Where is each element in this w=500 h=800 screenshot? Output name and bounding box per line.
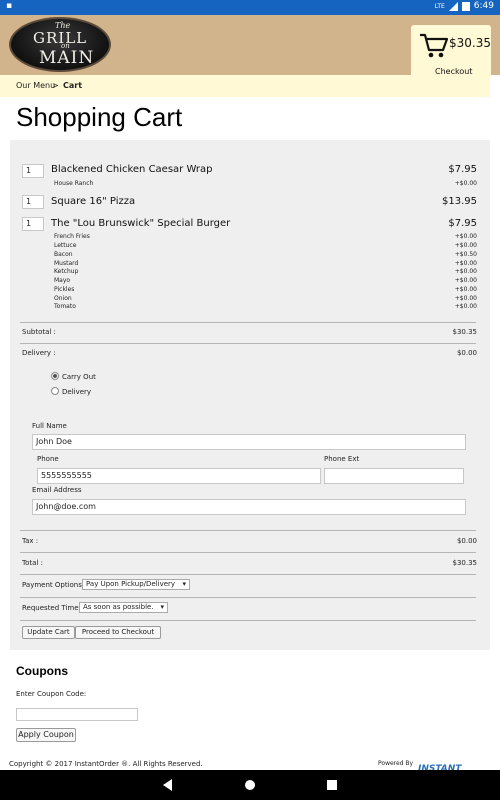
battery-icon bbox=[461, 1, 470, 11]
payment-options-label: Payment Options : bbox=[22, 581, 87, 589]
delivery-option-label[interactable]: Delivery bbox=[62, 388, 91, 396]
breadcrumb-separator: > bbox=[52, 81, 59, 90]
restaurant-logo[interactable]: The GRILL on MAIN bbox=[9, 17, 111, 72]
powered-by-text: Powered By bbox=[378, 760, 414, 767]
item-3-modifier-price: +$0.00 bbox=[454, 260, 477, 267]
item-3-modifier: French Fries bbox=[54, 233, 90, 240]
home-icon[interactable] bbox=[245, 780, 255, 790]
coupon-code-label: Enter Coupon Code: bbox=[16, 690, 87, 698]
breadcrumb: Our Menu > Cart bbox=[0, 75, 490, 97]
requested-time-label: Requested Time : bbox=[22, 604, 84, 612]
item-1-name: Blackened Chicken Caesar Wrap bbox=[51, 164, 213, 175]
back-icon[interactable] bbox=[163, 779, 172, 791]
copyright-text: Copyright © 2017 InstantOrder ®. All Rig… bbox=[9, 760, 203, 768]
item-3-price: $7.95 bbox=[448, 218, 477, 229]
item-2-quantity-input[interactable]: 1 bbox=[22, 195, 44, 209]
divider bbox=[20, 322, 476, 323]
phone-ext-input[interactable] bbox=[324, 468, 464, 484]
apply-coupon-button[interactable]: Apply Coupon bbox=[16, 728, 76, 742]
proceed-to-checkout-button[interactable]: Proceed to Checkout bbox=[75, 626, 161, 639]
item-3-modifier-price: +$0.00 bbox=[454, 233, 477, 240]
status-time: 6:49 bbox=[473, 1, 494, 11]
item-1-modifier-price: +$0.00 bbox=[454, 180, 477, 187]
item-3-modifier-price: +$0.50 bbox=[454, 251, 477, 258]
item-3-modifier: Ketchup bbox=[54, 268, 79, 275]
divider bbox=[20, 620, 476, 621]
item-3-modifier-price: +$0.00 bbox=[454, 286, 477, 293]
delivery-label: Delivery : bbox=[22, 349, 56, 357]
payment-options-value: Pay Upon Pickup/Delivery bbox=[86, 580, 176, 588]
breadcrumb-current: Cart bbox=[63, 81, 83, 90]
cart-icon[interactable] bbox=[419, 33, 449, 59]
item-3-modifier: Mustard bbox=[54, 260, 79, 267]
requested-time-value: As soon as possible. bbox=[83, 603, 154, 611]
carry-out-label[interactable]: Carry Out bbox=[62, 373, 96, 381]
delivery-radio[interactable] bbox=[51, 387, 59, 395]
dropdown-arrow-icon: ▾ bbox=[160, 603, 164, 611]
coupons-heading: Coupons bbox=[16, 664, 68, 678]
email-label: Email Address bbox=[32, 486, 82, 494]
email-input[interactable]: John@doe.com bbox=[32, 499, 466, 515]
divider bbox=[20, 343, 476, 344]
phone-input[interactable]: 5555555555 bbox=[37, 468, 321, 484]
page-title: Shopping Cart bbox=[16, 102, 183, 132]
update-cart-button[interactable]: Update Cart bbox=[22, 626, 75, 639]
total-value: $30.35 bbox=[452, 559, 478, 567]
notification-icon: ▪ bbox=[6, 1, 13, 11]
site-header: The GRILL on MAIN $30.35 Checkout bbox=[0, 15, 500, 80]
divider bbox=[20, 574, 476, 575]
system-nav-bar bbox=[0, 770, 500, 800]
item-3-modifier: Onion bbox=[54, 295, 72, 302]
item-3-modifier: Bacon bbox=[54, 251, 73, 258]
item-3-quantity-input[interactable]: 1 bbox=[22, 217, 44, 231]
item-1-quantity-input[interactable]: 1 bbox=[22, 164, 44, 178]
full-name-label: Full Name bbox=[32, 422, 67, 430]
subtotal-label: Subtotal : bbox=[22, 328, 56, 336]
item-2-name: Square 16" Pizza bbox=[51, 196, 136, 207]
mini-cart[interactable]: $30.35 Checkout bbox=[411, 25, 491, 80]
dropdown-arrow-icon: ▾ bbox=[182, 580, 186, 588]
item-3-modifier: Tomato bbox=[54, 303, 76, 310]
tax-value: $0.00 bbox=[456, 537, 477, 545]
item-3-modifier-price: +$0.00 bbox=[454, 242, 477, 249]
item-1-modifier: House Ranch bbox=[54, 180, 94, 187]
requested-time-select[interactable]: As soon as possible. ▾ bbox=[79, 602, 168, 613]
item-3-modifier: Lettuce bbox=[54, 242, 77, 249]
recents-icon[interactable] bbox=[327, 780, 337, 790]
item-2-price: $13.95 bbox=[442, 196, 477, 207]
item-3-name: The "Lou Brunswick" Special Burger bbox=[51, 218, 231, 229]
item-3-modifier: Pickles bbox=[54, 286, 75, 293]
item-3-modifier-price: +$0.00 bbox=[454, 295, 477, 302]
tax-label: Tax : bbox=[22, 537, 39, 545]
divider bbox=[20, 530, 476, 531]
phone-label: Phone bbox=[37, 455, 59, 463]
signal-icon bbox=[448, 1, 458, 11]
payment-options-select[interactable]: Pay Upon Pickup/Delivery ▾ bbox=[82, 579, 190, 590]
cart-total: $30.35 bbox=[449, 36, 491, 50]
item-3-modifier-price: +$0.00 bbox=[454, 303, 477, 310]
phone-ext-label: Phone Ext bbox=[324, 455, 360, 463]
item-3-modifier-price: +$0.00 bbox=[454, 268, 477, 275]
divider bbox=[20, 597, 476, 598]
carry-out-radio[interactable] bbox=[51, 372, 59, 380]
logo-text-main: MAIN bbox=[39, 48, 95, 68]
item-1-price: $7.95 bbox=[448, 164, 477, 175]
delivery-value: $0.00 bbox=[456, 349, 477, 357]
cart-panel: 1 Blackened Chicken Caesar Wrap $7.95 Ho… bbox=[10, 140, 490, 650]
full-name-input[interactable]: John Doe bbox=[32, 434, 466, 450]
subtotal-value: $30.35 bbox=[452, 328, 478, 336]
coupon-code-input[interactable] bbox=[16, 708, 138, 721]
item-3-modifier: Mayo bbox=[54, 277, 71, 284]
item-3-modifier-price: +$0.00 bbox=[454, 277, 477, 284]
breadcrumb-our-menu[interactable]: Our Menu bbox=[16, 81, 55, 90]
total-label: Total : bbox=[22, 559, 43, 567]
status-bar: ▪ LTE 6:49 bbox=[0, 0, 500, 15]
divider bbox=[20, 552, 476, 553]
network-type: LTE bbox=[434, 2, 445, 10]
